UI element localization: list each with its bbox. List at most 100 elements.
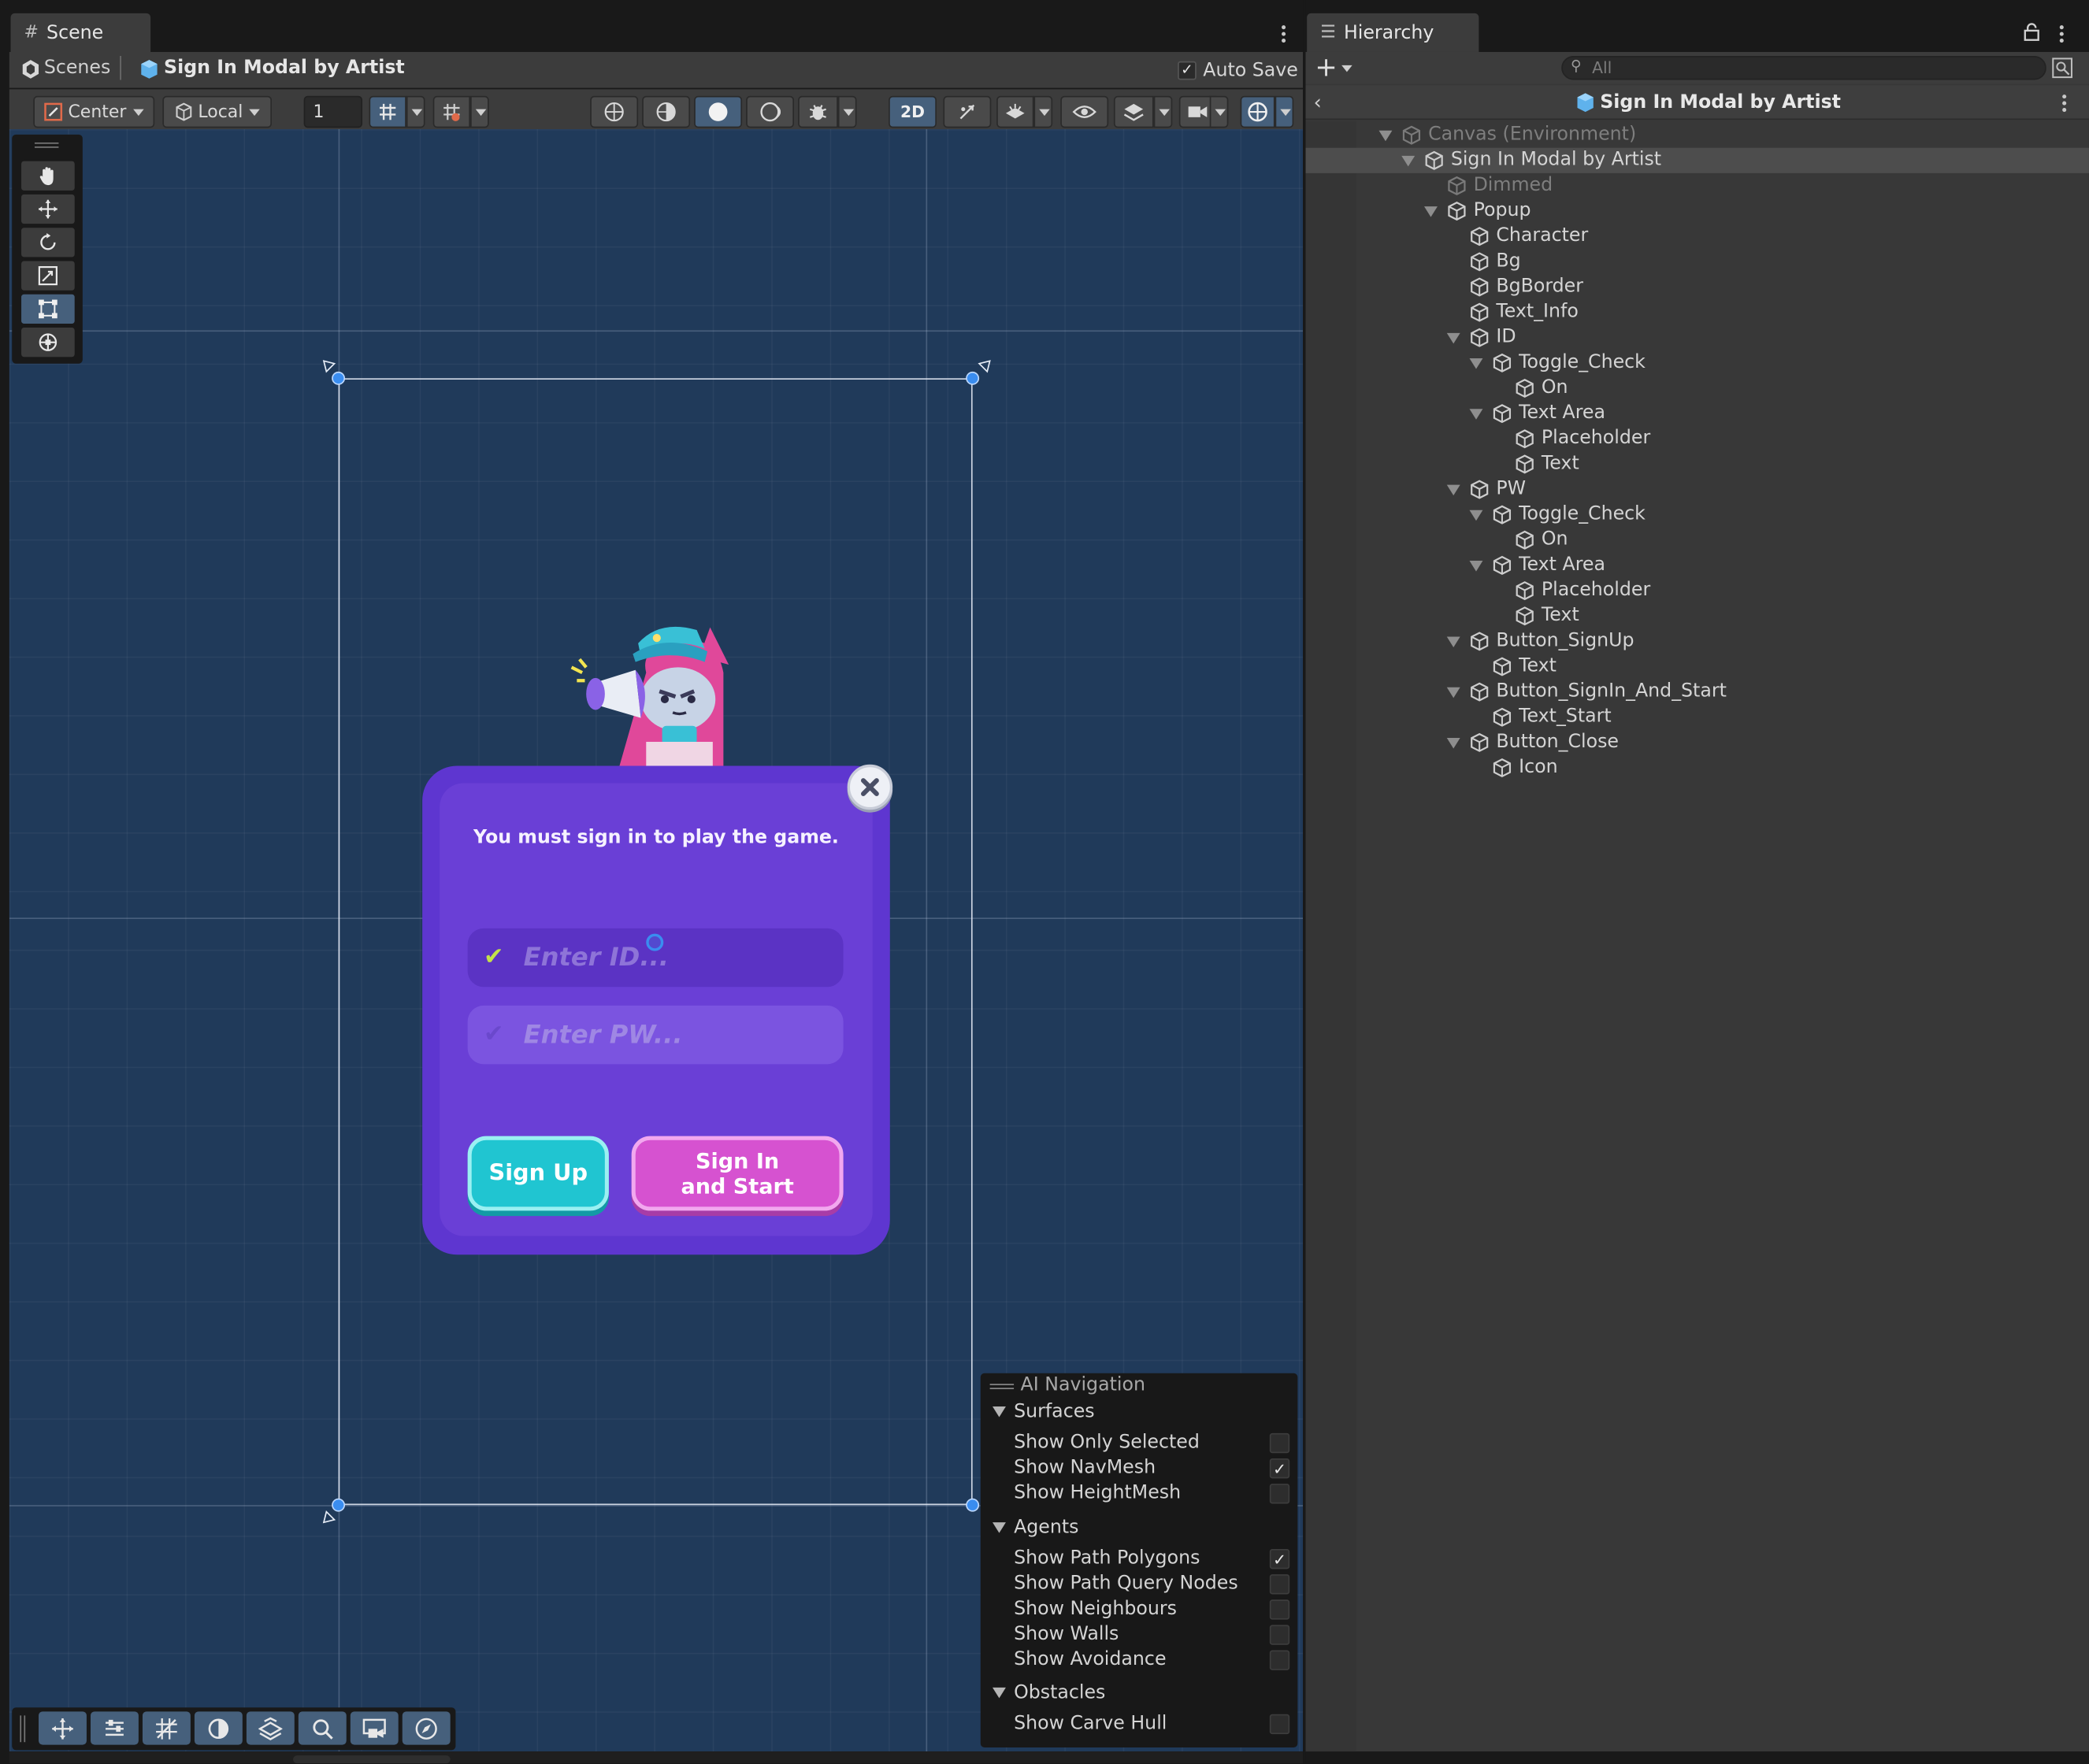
nav-option-checkbox[interactable] bbox=[1269, 1714, 1290, 1735]
bottom-tool-toolsettings[interactable] bbox=[91, 1711, 139, 1745]
hierarchy-row[interactable]: Popup bbox=[1305, 198, 2088, 224]
nav-option-checkbox[interactable] bbox=[1269, 1625, 1290, 1645]
hierarchy-row[interactable]: Canvas (Environment) bbox=[1305, 123, 2088, 148]
hierarchy-row[interactable]: On bbox=[1305, 376, 2088, 401]
sign-in-and-start-button[interactable]: Sign In and Start bbox=[631, 1136, 844, 1211]
grid-visibility-button[interactable] bbox=[369, 95, 406, 128]
bottom-tool-camera[interactable] bbox=[350, 1711, 399, 1745]
hierarchy-row[interactable]: On bbox=[1305, 528, 2088, 553]
sign-up-button[interactable]: Sign Up bbox=[467, 1136, 609, 1211]
debug-mode-button[interactable] bbox=[798, 95, 838, 128]
expand-arrow-icon[interactable] bbox=[1446, 737, 1460, 749]
grid-visibility-dropdown[interactable] bbox=[406, 95, 425, 128]
nav-option-checkbox[interactable] bbox=[1269, 1574, 1290, 1595]
layers-button[interactable] bbox=[1113, 95, 1154, 128]
section-collapse-icon[interactable] bbox=[993, 1406, 1006, 1418]
hierarchy-row[interactable]: Text bbox=[1305, 603, 2088, 628]
overlay-drag-handle[interactable] bbox=[989, 1384, 1015, 1385]
hierarchy-search-input[interactable]: ⚲ All bbox=[1561, 56, 2046, 80]
scene-resize-handle[interactable] bbox=[293, 1755, 451, 1764]
back-chevron-icon[interactable]: ‹ bbox=[1314, 91, 1322, 114]
breadcrumb-scenes[interactable]: Scenes bbox=[44, 57, 111, 79]
hierarchy-row[interactable]: Text_Info bbox=[1305, 300, 2088, 325]
expand-arrow-icon[interactable] bbox=[1469, 358, 1483, 369]
hierarchy-row[interactable]: Button_Close bbox=[1305, 730, 2088, 755]
hierarchy-row[interactable]: Text_Start bbox=[1305, 705, 2088, 730]
expand-arrow-icon[interactable] bbox=[1423, 206, 1438, 217]
hierarchy-row[interactable]: PW bbox=[1305, 476, 2088, 502]
expand-arrow-icon[interactable] bbox=[1469, 510, 1483, 521]
debug-mode-dropdown[interactable] bbox=[837, 95, 857, 128]
hierarchy-row[interactable]: Character bbox=[1305, 224, 2088, 249]
bottom-tool-search[interactable] bbox=[298, 1711, 347, 1745]
expand-arrow-icon[interactable] bbox=[1469, 409, 1483, 420]
id-check-icon[interactable]: ✔ bbox=[484, 943, 504, 971]
hierarchy-row[interactable]: BgBorder bbox=[1305, 274, 2088, 299]
hand-tool[interactable] bbox=[21, 161, 75, 191]
layers-dropdown[interactable] bbox=[1153, 95, 1173, 128]
hierarchy-row[interactable]: Text Area bbox=[1305, 553, 2088, 578]
tools-drag-handle[interactable] bbox=[34, 142, 59, 144]
bottom-tool-orientation[interactable] bbox=[402, 1711, 451, 1745]
bottom-tool-navmesh[interactable] bbox=[246, 1711, 295, 1745]
mode-2d-button[interactable]: 2D bbox=[889, 95, 937, 128]
camera-settings-dropdown[interactable] bbox=[1209, 95, 1229, 128]
scene-visibility-button[interactable] bbox=[1060, 95, 1109, 128]
increment-snap-dropdown[interactable] bbox=[470, 95, 489, 128]
move-tool[interactable] bbox=[21, 194, 75, 224]
hierarchy-row[interactable]: ID bbox=[1305, 325, 2088, 350]
nav-option-checkbox[interactable] bbox=[1269, 1484, 1290, 1504]
hierarchy-row[interactable]: Button_SignIn_And_Start bbox=[1305, 680, 2088, 705]
add-object-button[interactable]: + bbox=[1315, 54, 1357, 81]
nav-option-checkbox[interactable] bbox=[1269, 1432, 1290, 1454]
search-filter-icon[interactable] bbox=[2052, 57, 2073, 79]
scene-viewport[interactable]: You must sign in to play the game. ✔ Ent… bbox=[9, 129, 1304, 1752]
draw-mode-shaded-wireframe-button[interactable] bbox=[642, 95, 691, 128]
increment-snap-button[interactable] bbox=[432, 95, 471, 128]
expand-arrow-icon[interactable] bbox=[1378, 130, 1393, 142]
expand-arrow-icon[interactable] bbox=[1446, 484, 1460, 496]
pw-check-icon[interactable]: ✔ bbox=[484, 1021, 504, 1049]
hierarchy-row[interactable]: Dimmed bbox=[1305, 173, 2088, 198]
nav-option-checkbox[interactable]: ✓ bbox=[1269, 1548, 1290, 1569]
hierarchy-row[interactable]: Placeholder bbox=[1305, 426, 2088, 451]
nav-section-header[interactable]: Agents bbox=[1014, 1516, 1078, 1540]
effects-dropdown[interactable] bbox=[1033, 95, 1053, 128]
draw-mode-unlit-button[interactable] bbox=[746, 95, 795, 128]
pivot-circle-icon[interactable] bbox=[646, 933, 664, 951]
bottom-toolbar-handle[interactable] bbox=[20, 1715, 22, 1743]
nav-section-header[interactable]: Obstacles bbox=[1014, 1681, 1105, 1704]
bottom-tool-view[interactable] bbox=[194, 1711, 243, 1745]
draw-mode-shaded-button[interactable] bbox=[694, 95, 743, 128]
anchor-top-left-icon[interactable] bbox=[321, 358, 340, 377]
anchor-bottom-left-icon[interactable] bbox=[321, 1506, 340, 1525]
rect-tool[interactable] bbox=[21, 294, 75, 324]
nav-section-header[interactable]: Surfaces bbox=[1014, 1400, 1095, 1424]
hierarchy-row[interactable]: Toggle_Check bbox=[1305, 502, 2088, 528]
pivot-mode-dropdown[interactable]: Center bbox=[33, 95, 155, 128]
auto-save-checkbox[interactable]: ✓ bbox=[1178, 61, 1197, 80]
hierarchy-row[interactable]: Text Area bbox=[1305, 401, 2088, 426]
expand-arrow-icon[interactable] bbox=[1469, 561, 1483, 572]
nav-option-checkbox[interactable] bbox=[1269, 1599, 1290, 1620]
tab-hierarchy[interactable]: ☰ Hierarchy bbox=[1307, 13, 1479, 52]
grid-snap-input[interactable]: 1 bbox=[303, 95, 363, 128]
hierarchy-row[interactable]: Icon bbox=[1305, 755, 2088, 780]
nav-option-checkbox[interactable]: ✓ bbox=[1269, 1458, 1290, 1479]
draw-mode-wireframe-button[interactable] bbox=[590, 95, 639, 128]
rotate-tool[interactable] bbox=[21, 228, 75, 258]
close-button[interactable] bbox=[847, 764, 893, 810]
bottom-tool-move[interactable] bbox=[39, 1711, 87, 1745]
expand-arrow-icon[interactable] bbox=[1401, 155, 1416, 167]
section-collapse-icon[interactable] bbox=[993, 1522, 1006, 1533]
nav-option-checkbox[interactable] bbox=[1269, 1650, 1290, 1670]
prefab-header-menu-icon[interactable] bbox=[2061, 94, 2066, 113]
hierarchy-row[interactable]: Bg bbox=[1305, 249, 2088, 274]
transform-tool[interactable] bbox=[21, 328, 75, 358]
rect-handle-bottom-right[interactable] bbox=[966, 1498, 980, 1512]
lock-icon[interactable] bbox=[2024, 23, 2039, 42]
expand-arrow-icon[interactable] bbox=[1446, 687, 1460, 699]
gizmos-button[interactable] bbox=[1240, 95, 1275, 128]
expand-arrow-icon[interactable] bbox=[1446, 636, 1460, 647]
hierarchy-row[interactable]: Toggle_Check bbox=[1305, 350, 2088, 376]
